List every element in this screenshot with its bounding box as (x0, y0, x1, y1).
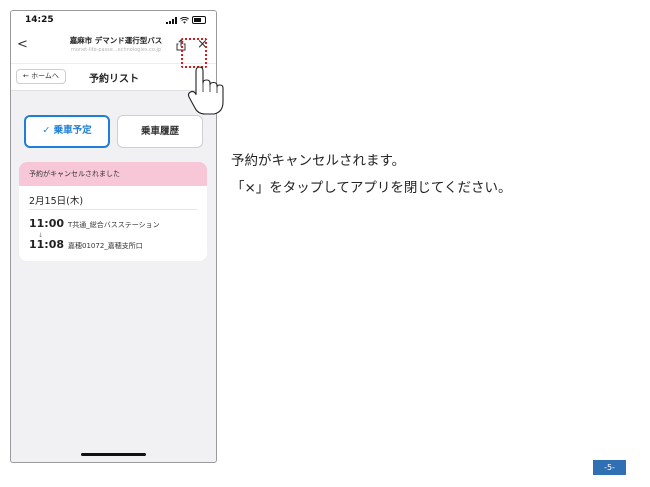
back-chevron-icon[interactable]: < (17, 37, 28, 52)
departure-time: 11:00 (29, 217, 65, 230)
arrival-time: 11:08 (29, 238, 65, 251)
wifi-icon (180, 17, 189, 24)
hand-pointer-icon (187, 66, 224, 115)
reservation-card[interactable]: 予約がキャンセルされました 2月15日(木) 11:00 T共通_総合バスステー… (19, 162, 207, 261)
tab-upcoming[interactable]: ✓ 乗車予定 (24, 115, 110, 148)
divider (29, 209, 197, 210)
battery-icon (192, 16, 206, 24)
nav-title: 嘉麻市 デマンド運行型バス (69, 36, 163, 45)
page-number-badge: -5- (593, 460, 626, 475)
departure-stop: T共通_総合バスステーション (68, 221, 160, 229)
cancel-banner: 予約がキャンセルされました (19, 162, 207, 186)
instruction-line-2: 「×」をタップしてアプリを閉じてください。 (231, 180, 512, 196)
tab-history[interactable]: 乗車履歴 (117, 115, 203, 148)
status-bar: 14:25 (11, 11, 216, 31)
instruction-line-1: 予約がキャンセルされます。 (231, 153, 406, 169)
instructions-text: 予約がキャンセルされます。 「×」をタップしてアプリを閉じてください。 (231, 148, 512, 202)
arrival-row: 11:08 嘉穂01072_嘉穂支所口 (29, 238, 143, 251)
signal-icon (166, 17, 177, 24)
close-button-highlight (181, 38, 207, 68)
nav-url: monet-life-passe...echnologies.co.jp (70, 47, 162, 53)
departure-row: 11:00 T共通_総合バスステーション (29, 217, 160, 230)
home-button[interactable]: ← ホームへ (16, 69, 66, 84)
arrival-stop: 嘉穂01072_嘉穂支所口 (68, 242, 143, 250)
status-icons (166, 16, 206, 24)
status-time: 14:25 (25, 15, 54, 25)
home-indicator (81, 453, 146, 456)
page-title: 予約リスト (89, 74, 139, 85)
reservation-date: 2月15日(木) (29, 196, 84, 207)
